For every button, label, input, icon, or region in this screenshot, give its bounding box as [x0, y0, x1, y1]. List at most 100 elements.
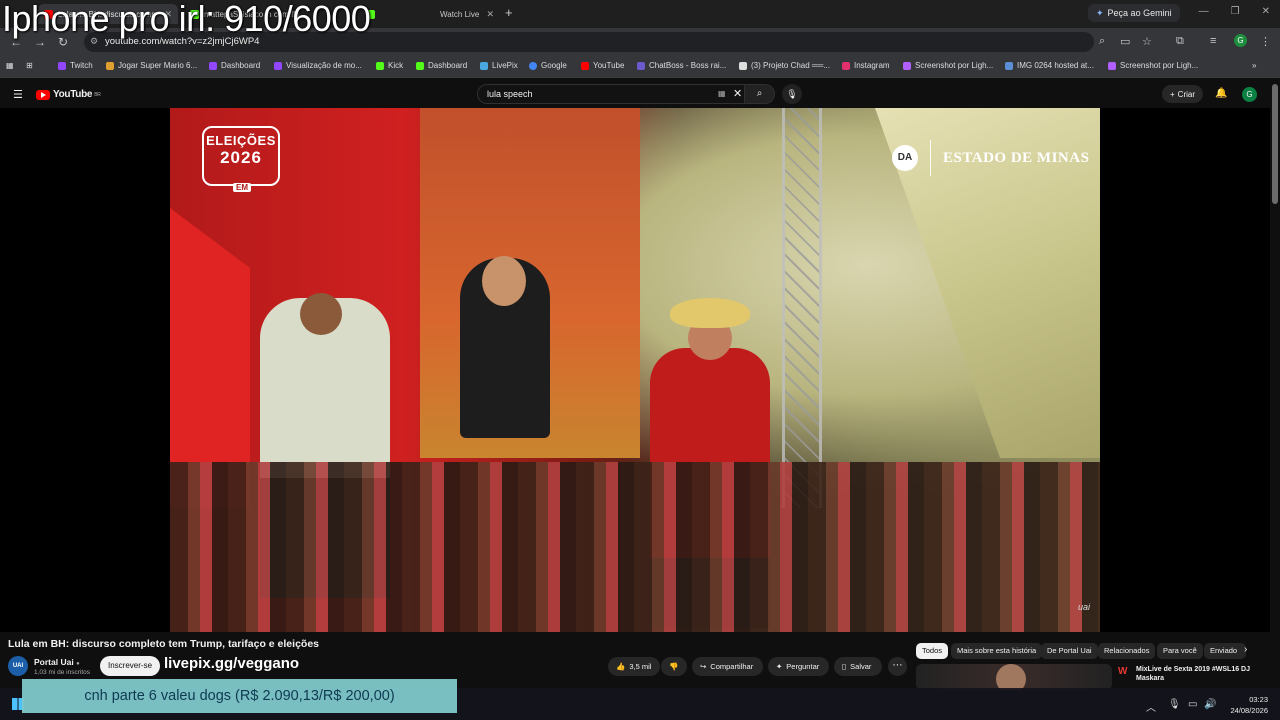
system-clock[interactable]: 03:23 24/08/2026: [1222, 694, 1268, 716]
new-tab-icon[interactable]: +: [505, 5, 513, 20]
channel-name[interactable]: Portal Uai ●: [34, 657, 80, 667]
clear-search-icon[interactable]: ✕: [733, 87, 742, 100]
bookmark-label: ChatBoss - Boss rai...: [649, 61, 727, 70]
gemini-button[interactable]: ✦ Peça ao Gemini: [1088, 4, 1180, 22]
imagehost-icon: [1005, 61, 1013, 70]
display-tray-icon[interactable]: ▭: [1188, 699, 1197, 710]
bookmark-item[interactable]: Kick: [376, 61, 403, 70]
close-tab-icon[interactable]: ✕: [486, 9, 494, 20]
subscribe-button[interactable]: Inscrever-se: [100, 656, 161, 676]
browser-profile-avatar[interactable]: G: [1234, 34, 1247, 47]
sign-interpreter-head: [482, 256, 526, 306]
chip-uploaded[interactable]: Enviado: [1204, 643, 1246, 659]
chip-all[interactable]: Todos: [916, 643, 949, 659]
twitch-icon: [58, 61, 66, 70]
bookmark-item[interactable]: YouTube: [581, 61, 624, 70]
chip-from-channel[interactable]: De Portal Uai: [1041, 643, 1098, 659]
bookmark-item[interactable]: Google: [529, 61, 567, 70]
video-player[interactable]: ELEIÇÕES 2026 EM DA ESTADO DE MINAS uai: [170, 108, 1100, 632]
chrome-menu-icon[interactable]: ⋮: [1260, 35, 1271, 48]
keyboard-icon[interactable]: ▦: [718, 89, 726, 98]
youtube-icon: [581, 61, 589, 70]
chip-related[interactable]: Relacionados: [1098, 643, 1156, 659]
browser-tab-watch-live[interactable]: Watch Live ✕: [360, 4, 500, 24]
recommendation-thumbnail[interactable]: [916, 664, 1112, 690]
channel-avatar[interactable]: UAI: [8, 656, 28, 676]
save-button[interactable]: ▯ Salvar: [834, 657, 882, 676]
search-input[interactable]: [485, 88, 689, 100]
bookmark-label: Dashboard: [428, 61, 468, 70]
maximize-icon[interactable]: ❐: [1231, 6, 1240, 17]
sparkle-icon: ✦: [776, 662, 783, 671]
search-icon: ⌕: [756, 88, 763, 99]
share-button[interactable]: ↪ Compartilhar: [692, 657, 763, 676]
more-bookmarks-icon[interactable]: »: [1252, 61, 1256, 70]
twitch-icon: [209, 61, 217, 70]
recommendation-title[interactable]: MixLive de Sexta 2019 #WSL16 DJ Maskara: [1136, 665, 1261, 683]
bookmark-label: Kick: [388, 61, 404, 70]
person-white-shirt-head: [300, 293, 342, 335]
youtube-logo[interactable]: YouTube BR: [36, 89, 101, 100]
plus-icon: +: [1170, 89, 1175, 99]
grid-icon[interactable]: ⊞: [26, 61, 33, 70]
page-scrollbar[interactable]: [1272, 84, 1278, 204]
bookmark-item[interactable]: Screenshot por Ligh...: [903, 61, 993, 70]
window-controls: — ❐ ✕: [1199, 6, 1270, 17]
thumbs-up-icon: 👍: [616, 662, 626, 671]
bookmark-label: Jogar Super Mario 6...: [118, 61, 198, 70]
voice-search-button[interactable]: 🎙: [782, 84, 802, 104]
more-actions-icon[interactable]: ⋯: [888, 657, 907, 676]
bookmark-item[interactable]: Instagram: [842, 61, 890, 70]
bookmark-item[interactable]: LivePix: [480, 61, 518, 70]
stage-truss: [782, 108, 822, 508]
menu-icon[interactable]: ☰: [13, 88, 23, 101]
apps-icon[interactable]: ▦: [6, 61, 14, 70]
bookmark-item[interactable]: Dashboard: [416, 61, 467, 70]
cast-icon[interactable]: ▭: [1120, 35, 1130, 48]
notifications-bell-icon[interactable]: 🔔: [1215, 88, 1227, 99]
search-button[interactable]: ⌕: [745, 84, 775, 104]
bookmark-item[interactable]: ChatBoss - Boss rai...: [637, 61, 726, 70]
minimize-icon[interactable]: —: [1199, 6, 1209, 17]
bookmark-label: Instagram: [854, 61, 890, 70]
extensions-icon[interactable]: ⧉: [1176, 35, 1184, 48]
badge-line-1: ELEIÇÕES: [206, 133, 276, 148]
dislike-button[interactable]: 👎: [661, 657, 687, 676]
lightshot-icon: [1108, 61, 1116, 70]
chip-for-you[interactable]: Para você: [1157, 643, 1203, 659]
crowd: [170, 462, 1100, 632]
bookmark-item[interactable]: Twitch: [58, 61, 93, 70]
volume-icon[interactable]: 🔊: [1204, 699, 1216, 710]
livepix-overlay: livepix.gg/veggano: [164, 655, 300, 672]
chip-more-story[interactable]: Mais sobre esta história: [951, 643, 1043, 659]
tab-title: Watch Live: [440, 9, 480, 19]
bookmark-star-icon[interactable]: ☆: [1142, 35, 1152, 48]
chevron-right-icon[interactable]: ›: [1244, 644, 1247, 655]
bookmark-label: Google: [541, 61, 567, 70]
donation-goal-overlay: cnh parte 6 valeu dogs (R$ 2.090,13/R$ 2…: [22, 679, 457, 713]
bookmark-item[interactable]: IMG 0264 hosted at...: [1005, 61, 1094, 70]
share-label: Compartilhar: [710, 662, 754, 671]
microphone-tray-icon[interactable]: 🎙: [1168, 699, 1181, 710]
channel-name-text: Portal Uai: [34, 657, 74, 667]
youtube-account-avatar[interactable]: G: [1242, 87, 1257, 102]
gemini-label: Peça ao Gemini: [1107, 8, 1172, 18]
create-button[interactable]: + Criar: [1162, 85, 1204, 103]
like-button[interactable]: 👍 3,5 mil: [608, 657, 660, 676]
tray-chevron-icon[interactable]: ︿: [1146, 699, 1156, 714]
bookmark-item[interactable]: Screenshot por Ligh...: [1108, 61, 1198, 70]
badge-line-2: 2026: [220, 148, 262, 167]
close-window-icon[interactable]: ✕: [1262, 6, 1270, 17]
thumbs-down-icon: 👎: [669, 662, 679, 671]
mario-icon: [106, 61, 114, 70]
bookmark-item[interactable]: Jogar Super Mario 6...: [106, 61, 197, 70]
bookmark-item[interactable]: Visualização de mo...: [274, 61, 362, 70]
ask-button[interactable]: ✦ Perguntar: [768, 657, 829, 676]
reading-list-icon[interactable]: ≡: [1210, 35, 1216, 47]
logo-divider: [930, 140, 931, 176]
channel-watermark: uai: [1077, 602, 1090, 612]
bookmark-item[interactable]: Dashboard: [209, 61, 260, 70]
bookmark-item[interactable]: (3) Projeto Chad ══...: [739, 61, 830, 70]
badge-line-3: EM: [233, 183, 251, 192]
zoom-icon[interactable]: ⌕: [1099, 35, 1105, 48]
